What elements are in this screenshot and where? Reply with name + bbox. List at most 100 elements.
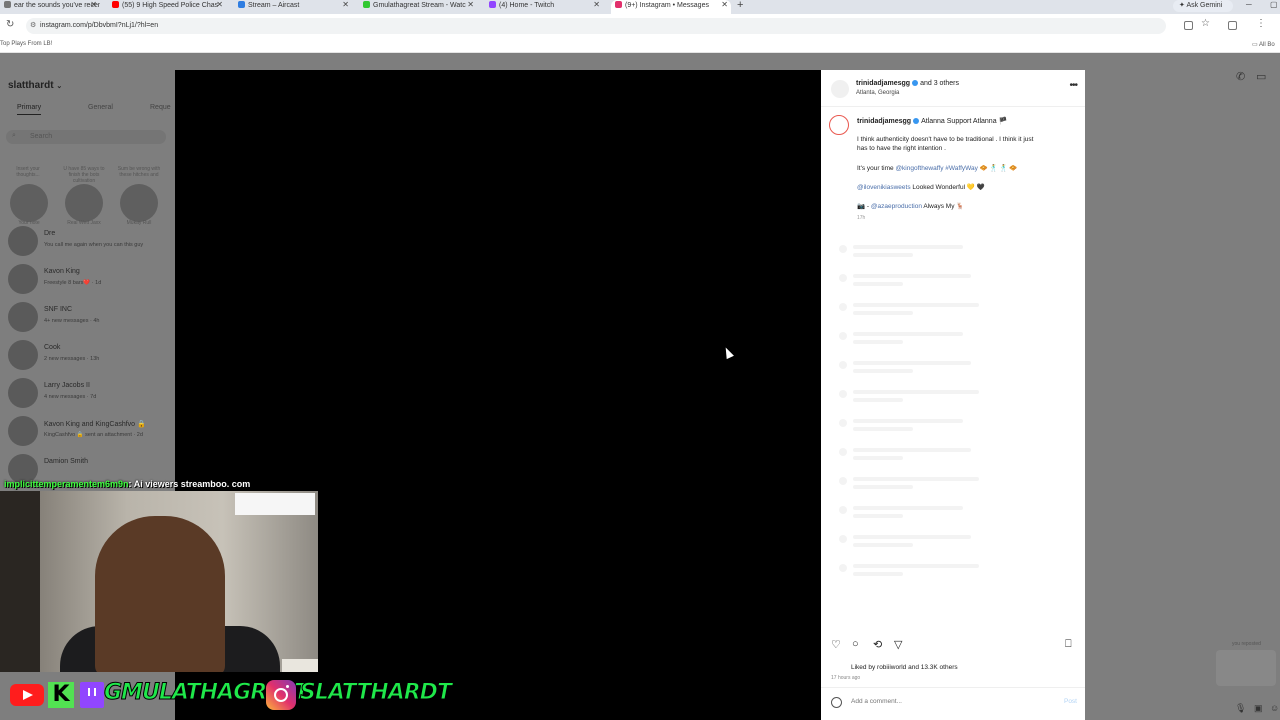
emoji-icon[interactable] [831, 697, 842, 708]
stream-chat-message: implicittemperamentem6m9n: Ai viewers st… [4, 479, 250, 489]
caption-text: 📷 - [857, 203, 870, 210]
note-bubble[interactable]: Sum be wrong with these hitches and [117, 166, 161, 178]
browser-tab[interactable]: (9+) Instagram • Messages ✕ [611, 0, 731, 14]
post-actions: ♡ ○ ⟲ ▽ ⎕ [821, 638, 1085, 656]
browser-tab[interactable]: (4) Home - Twitch ✕ [485, 0, 603, 14]
dm-username[interactable]: slatthardt ⌄ [8, 80, 62, 91]
close-icon[interactable]: ✕ [216, 0, 223, 9]
phone-icon[interactable]: ✆ [1236, 70, 1245, 83]
avatar[interactable] [120, 184, 158, 222]
conversation-item[interactable]: Larry Jacobs II 4 new messages · 7d [8, 378, 168, 412]
comment-skeleton-avatar [839, 506, 847, 514]
conversation-item[interactable]: Kavon King and KingCashfvo 🔒 KingCashfvo … [8, 416, 168, 450]
post-coauthors-link[interactable]: and 3 others [920, 80, 959, 87]
menu-icon[interactable]: ⋮ [1256, 18, 1266, 29]
post-comment-button[interactable]: Post [1064, 698, 1077, 705]
avatar[interactable] [829, 115, 849, 135]
conversation-item[interactable]: SNF INC 4+ new messages · 4h [8, 302, 168, 336]
conversation-name: Dre [44, 230, 56, 237]
address-bar-row: ↻ ⚙ instagram.com/p/DbvbmI?nLj1/?hl=en ☆… [0, 14, 1280, 38]
comment-skeleton-line [853, 390, 979, 394]
bookmark-star-icon[interactable]: ☆ [1201, 18, 1210, 29]
note-bubble[interactable]: U have 85 ways to finish the bots cultiv… [62, 166, 106, 184]
conversation-item[interactable]: Cook 2 new messages · 13h [8, 340, 168, 374]
like-heart-icon[interactable]: ♡ [831, 638, 841, 651]
comment-skeleton-line [853, 456, 903, 460]
comment-input[interactable] [851, 698, 1051, 705]
tab-favicon [112, 1, 119, 8]
post-header-authors: trinidadjamesgg and 3 others [856, 80, 959, 87]
tab-title: (9+) Instagram • Messages [625, 2, 709, 9]
post-location[interactable]: Atlanta, Georgia [856, 90, 899, 96]
microphone-icon[interactable]: 🎙 [1235, 703, 1246, 714]
url-field[interactable]: ⚙ instagram.com/p/DbvbmI?nLj1/?hl=en [26, 18, 1166, 34]
new-tab-button[interactable]: + [737, 0, 743, 11]
avatar[interactable] [831, 80, 849, 98]
caption-author-link[interactable]: trinidadjamesgg [857, 118, 911, 125]
extensions-icon[interactable] [1228, 21, 1237, 30]
kick-icon: K [48, 682, 74, 708]
share-icon[interactable]: ▽ [894, 638, 902, 651]
comment-skeleton-line [853, 419, 963, 423]
minimize-icon[interactable]: ─ [1246, 0, 1252, 9]
mention-link[interactable]: @kingofthewaffy #WaffyWay [895, 165, 977, 172]
reload-icon[interactable]: ↻ [6, 19, 14, 30]
save-bookmark-icon[interactable]: ⎕ [1065, 638, 1072, 651]
comment-skeleton-line [853, 253, 913, 257]
liked-by-user-link[interactable]: robiiiworld [877, 664, 906, 671]
all-bookmarks-button[interactable]: ▭ All Bo [1252, 41, 1275, 48]
dm-search-placeholder: Search [30, 133, 53, 140]
close-icon[interactable]: ✕ [342, 0, 349, 9]
chevron-down-icon: ⌄ [56, 83, 63, 90]
ask-gemini-button[interactable]: ✦ Ask Gemini [1173, 0, 1233, 12]
site-info-icon[interactable]: ⚙ [30, 18, 36, 34]
caption-line: 📷 - @azaeproduction Always My 🦌 [857, 202, 964, 210]
mention-link[interactable]: @azaeproduction [871, 203, 922, 210]
note-bubble[interactable]: Insert your thoughts... [6, 166, 50, 178]
tab-title: (4) Home - Twitch [499, 2, 555, 9]
tab-requests[interactable]: Reque [150, 104, 171, 111]
sticker-icon[interactable]: ☺ [1270, 703, 1279, 713]
close-icon[interactable]: ✕ [593, 0, 600, 9]
close-icon[interactable]: ✕ [90, 0, 97, 9]
conversation-name: Damion Smith [44, 458, 88, 465]
browser-tab[interactable]: Gmulathagreat Stream - Watc ✕ [359, 0, 477, 14]
tab-general[interactable]: General [88, 104, 113, 111]
more-options-icon[interactable]: ••• [1069, 80, 1077, 91]
post-author-link[interactable]: trinidadjamesgg [856, 80, 910, 87]
avatar[interactable] [10, 184, 48, 222]
comment-skeleton-line [853, 311, 913, 315]
conversation-item[interactable]: Dre You call me again when you can this g… [8, 226, 168, 260]
browser-tab[interactable]: ear the sounds you've recent ✕ [0, 0, 100, 14]
maximize-icon[interactable]: ▢ [1270, 0, 1278, 9]
close-icon[interactable]: ✕ [467, 0, 474, 9]
tab-favicon [238, 1, 245, 8]
bookmark-item[interactable]: Top Plays From LB! [0, 41, 52, 47]
comment-skeleton-line [853, 340, 903, 344]
conversation-item[interactable]: Kavon King Freestyle 8 bars❤️ · 1d [8, 264, 168, 298]
verified-icon [913, 118, 920, 124]
tab-primary[interactable]: Primary [17, 104, 42, 115]
comment-skeleton-line [853, 282, 903, 286]
conversation-preview: 2 new messages · 13h [44, 356, 100, 362]
url-text: instagram.com/p/DbvbmI?nLj1/?hl=en [40, 22, 159, 29]
repost-icon[interactable]: ⟲ [873, 638, 882, 651]
browser-tab[interactable]: (55) 9 High Speed Police Chas ✕ [108, 0, 226, 14]
browser-tab[interactable]: Stream – Aircast ✕ [234, 0, 352, 14]
comment-skeleton-line [853, 448, 971, 452]
close-icon[interactable]: ✕ [721, 0, 728, 9]
avatar [8, 302, 38, 332]
caption-text: Looked Wonderful 💛 🖤 [912, 184, 985, 191]
video-call-icon[interactable]: ▭ [1256, 70, 1266, 83]
dm-search-input[interactable]: Search [6, 130, 166, 144]
tab-title: Stream – Aircast [248, 2, 300, 9]
search-icon: ⌕ [12, 132, 16, 139]
avatar [8, 340, 38, 370]
likes-count-link[interactable]: and 13.3K others [908, 664, 958, 671]
comment-icon[interactable]: ○ [852, 638, 859, 650]
avatar[interactable] [65, 184, 103, 222]
mention-link[interactable]: @ilovenikiasweets [857, 184, 911, 191]
image-icon[interactable]: ▣ [1254, 703, 1263, 714]
conversation-name: Larry Jacobs II [44, 382, 90, 389]
install-app-icon[interactable] [1184, 21, 1193, 30]
